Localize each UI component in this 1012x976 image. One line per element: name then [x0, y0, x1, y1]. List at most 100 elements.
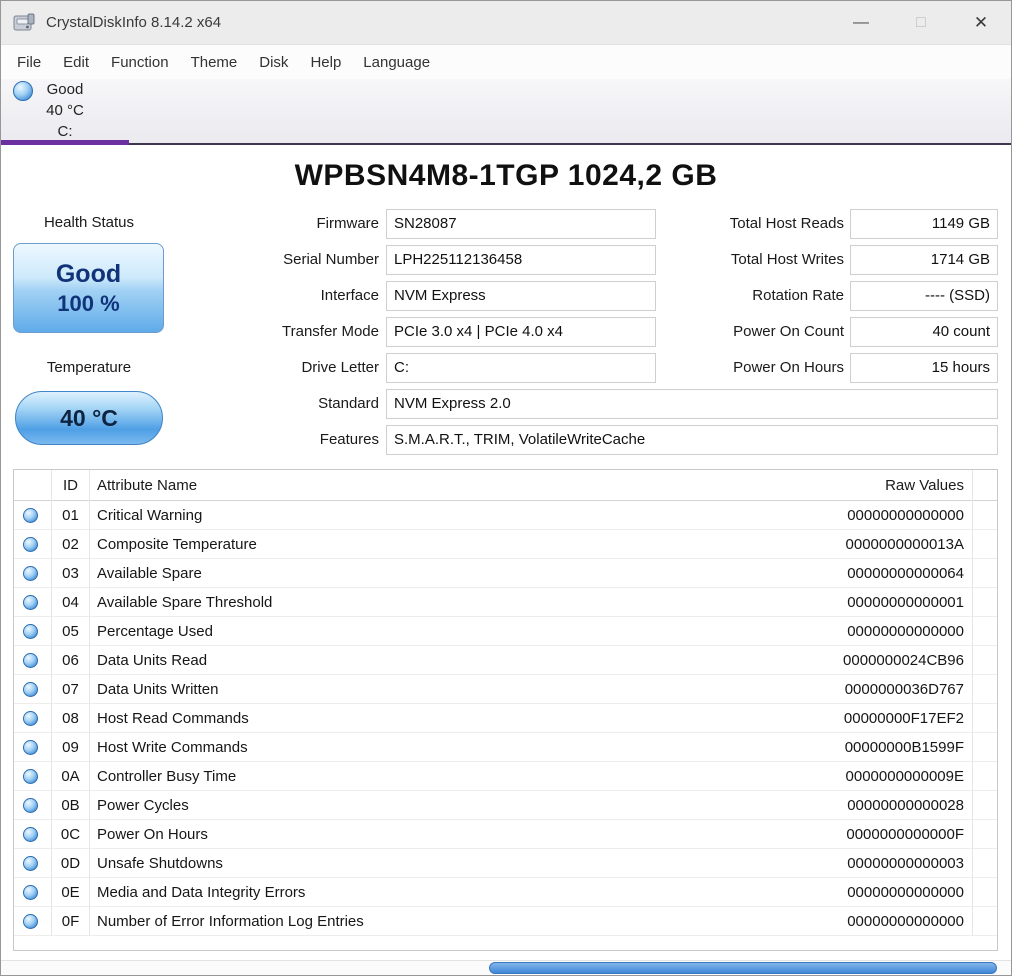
attr-raw-value: 00000000000028 [761, 791, 973, 820]
attr-status-ok-icon [23, 624, 38, 639]
table-row[interactable]: 0C Power On Hours 0000000000000F [14, 820, 997, 849]
attr-name: Power On Hours [97, 826, 208, 843]
attr-id: 06 [52, 646, 90, 675]
close-button[interactable]: ✕ [951, 1, 1011, 44]
menu-item-theme[interactable]: Theme [180, 45, 249, 79]
attr-raw-value: 0000000000013A [761, 530, 973, 559]
drive-tab-status: Good [46, 81, 84, 98]
table-row[interactable]: 06 Data Units Read 0000000024CB96 [14, 646, 997, 675]
attr-status-ok-icon [23, 566, 38, 581]
attr-status-ok-icon [23, 711, 38, 726]
attr-status-ok-icon [23, 798, 38, 813]
table-row[interactable]: 07 Data Units Written 0000000036D767 [14, 675, 997, 704]
attr-name: Power Cycles [97, 797, 189, 814]
menu-item-help[interactable]: Help [299, 45, 352, 79]
attr-id: 05 [52, 617, 90, 646]
horizontal-scrollbar-thumb[interactable] [489, 962, 997, 974]
attr-id: 0C [52, 820, 90, 849]
attr-name: Composite Temperature [97, 536, 257, 553]
attr-raw-value: 00000000000000 [761, 617, 973, 646]
attr-raw-value: 0000000036D767 [761, 675, 973, 704]
stat-row-rotation-rate: Rotation Rate ---- (SSD) [1, 281, 1011, 311]
total-host-writes-field[interactable]: 1714 GB [850, 245, 998, 275]
attr-raw-value: 00000000000000 [761, 501, 973, 530]
window-controls: — □ ✕ [831, 1, 1011, 44]
attr-status-ok-icon [23, 914, 38, 929]
attr-name: Data Units Written [97, 681, 219, 698]
attr-status-ok-icon [23, 885, 38, 900]
attr-id: 0B [52, 791, 90, 820]
drive-selector-bar: Good 40 °C C: [1, 79, 1011, 145]
attr-raw-value: 00000000F17EF2 [761, 704, 973, 733]
table-row[interactable]: 03 Available Spare 00000000000064 [14, 559, 997, 588]
power-on-hours-field[interactable]: 15 hours [850, 353, 998, 383]
table-row[interactable]: 09 Host Write Commands 00000000B1599F [14, 733, 997, 762]
smart-attribute-table: ID Attribute Name Raw Values 01 Critical… [13, 469, 998, 951]
attr-name: Controller Busy Time [97, 768, 237, 785]
total-host-reads-label: Total Host Reads [729, 215, 844, 232]
attr-raw-value: 00000000000001 [761, 588, 973, 617]
attr-status-ok-icon [23, 508, 38, 523]
table-row[interactable]: 02 Composite Temperature 0000000000013A [14, 530, 997, 559]
table-row[interactable]: 0F Number of Error Information Log Entri… [14, 907, 997, 936]
attr-name: Data Units Read [97, 652, 208, 669]
table-row[interactable]: 04 Available Spare Threshold 00000000000… [14, 588, 997, 617]
stat-row-power-on-count: Power On Count 40 count [1, 317, 1011, 347]
attr-raw-value: 00000000B1599F [761, 733, 973, 762]
attr-name: Available Spare Threshold [97, 594, 273, 611]
attr-name: Percentage Used [97, 623, 213, 640]
header-raw-values: Raw Values [761, 470, 973, 501]
attr-raw-value: 00000000000064 [761, 559, 973, 588]
table-row[interactable]: 0A Controller Busy Time 0000000000009E [14, 762, 997, 791]
power-on-hours-label: Power On Hours [733, 359, 844, 376]
attr-id: 01 [52, 501, 90, 530]
attr-id: 09 [52, 733, 90, 762]
attr-id: 04 [52, 588, 90, 617]
minimize-button[interactable]: — [831, 1, 891, 44]
drive-model-title: WPBSN4M8-1TGP 1024,2 GB [294, 159, 718, 192]
info-row-standard: Standard NVM Express 2.0 [1, 389, 1011, 419]
total-host-reads-field[interactable]: 1149 GB [850, 209, 998, 239]
attr-status-ok-icon [23, 595, 38, 610]
table-row[interactable]: 08 Host Read Commands 00000000F17EF2 [14, 704, 997, 733]
power-on-count-field[interactable]: 40 count [850, 317, 998, 347]
attr-status-ok-icon [23, 827, 38, 842]
table-row[interactable]: 0B Power Cycles 00000000000028 [14, 791, 997, 820]
menu-item-function[interactable]: Function [100, 45, 180, 79]
attr-name: Available Spare [97, 565, 202, 582]
attr-id: 03 [52, 559, 90, 588]
table-row[interactable]: 01 Critical Warning 00000000000000 [14, 501, 997, 530]
table-row[interactable]: 05 Percentage Used 00000000000000 [14, 617, 997, 646]
rotation-rate-field[interactable]: ---- (SSD) [850, 281, 998, 311]
menu-item-file[interactable]: File [6, 45, 52, 79]
attr-id: 07 [52, 675, 90, 704]
attr-raw-value: 0000000000000F [761, 820, 973, 849]
table-row[interactable]: 0D Unsafe Shutdowns 00000000000003 [14, 849, 997, 878]
attr-id: 0E [52, 878, 90, 907]
standard-field[interactable]: NVM Express 2.0 [386, 389, 998, 419]
header-status-cell [14, 470, 52, 501]
horizontal-scrollbar[interactable] [1, 960, 1011, 975]
drive-tab-c[interactable]: Good 40 °C C: [1, 79, 129, 145]
features-field[interactable]: S.M.A.R.T., TRIM, VolatileWriteCache [386, 425, 998, 455]
attr-raw-value: 00000000000000 [761, 907, 973, 936]
drive-tab-letter: C: [57, 123, 73, 140]
menu-item-disk[interactable]: Disk [248, 45, 299, 79]
menu-item-edit[interactable]: Edit [52, 45, 100, 79]
stat-row-host-reads: Total Host Reads 1149 GB [1, 209, 1011, 239]
attr-status-ok-icon [23, 537, 38, 552]
attr-name: Unsafe Shutdowns [97, 855, 223, 872]
table-row[interactable]: 0E Media and Data Integrity Errors 00000… [14, 878, 997, 907]
app-window: CrystalDiskInfo 8.14.2 x64 — □ ✕ File Ed… [0, 0, 1012, 976]
menu-item-language[interactable]: Language [352, 45, 441, 79]
attr-raw-value: 00000000000003 [761, 849, 973, 878]
stat-row-host-writes: Total Host Writes 1714 GB [1, 245, 1011, 275]
attr-name: Host Write Commands [97, 739, 248, 756]
standard-label: Standard [318, 395, 379, 412]
header-id: ID [52, 470, 90, 501]
menu-bar: File Edit Function Theme Disk Help Langu… [1, 45, 1011, 79]
maximize-button[interactable]: □ [891, 1, 951, 44]
attr-name: Critical Warning [97, 507, 203, 524]
power-on-count-label: Power On Count [733, 323, 844, 340]
attr-raw-value: 00000000000000 [761, 878, 973, 907]
